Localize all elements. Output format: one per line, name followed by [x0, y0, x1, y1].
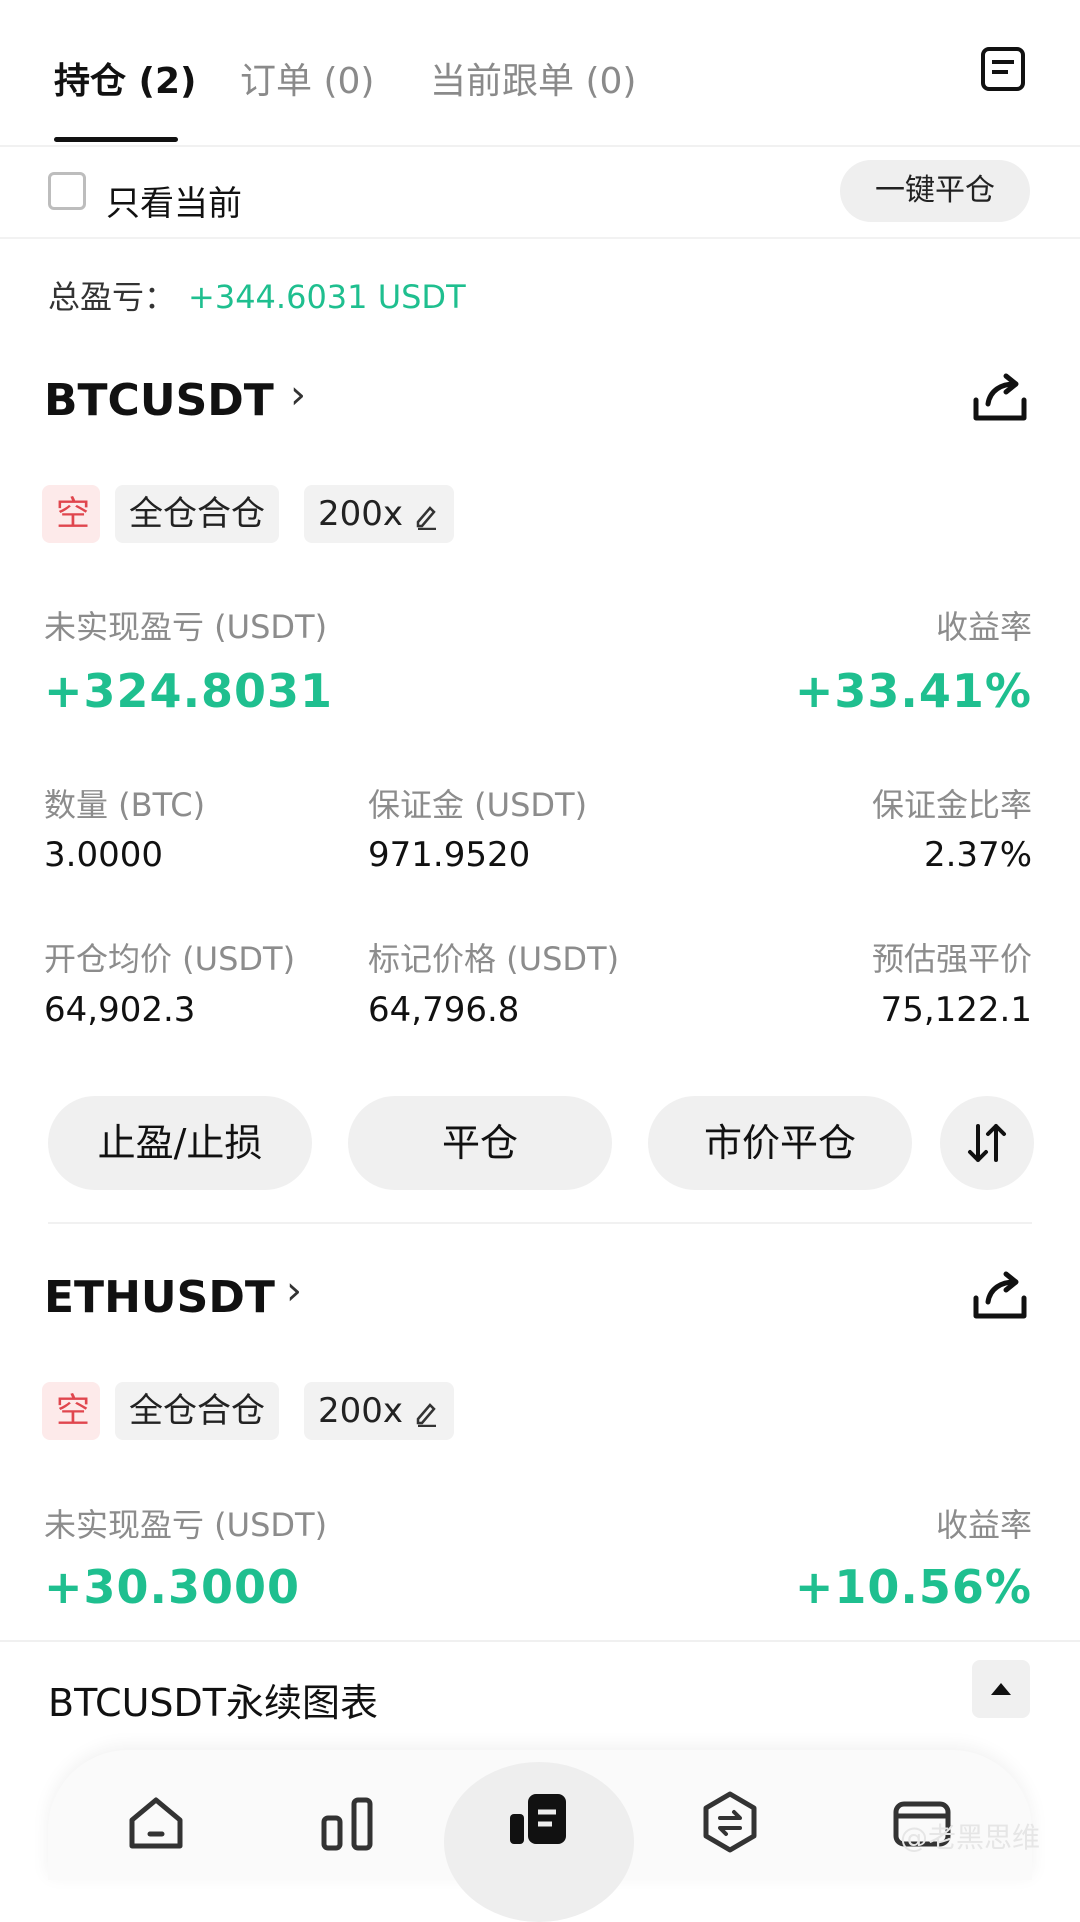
- finance-icon[interactable]: [698, 1790, 762, 1854]
- liq-price-value: 75,122.1: [880, 990, 1032, 1030]
- reverse-position-button[interactable]: [940, 1096, 1034, 1190]
- roe-value: +10.56%: [794, 1560, 1032, 1614]
- tp-sl-button[interactable]: 止盈/止损: [48, 1096, 312, 1190]
- unrealized-pnl-value: +30.3000: [44, 1560, 301, 1614]
- share-icon[interactable]: [970, 1268, 1030, 1324]
- active-tab-indicator: [54, 137, 178, 142]
- roe-value: +33.41%: [794, 664, 1032, 718]
- current-only-label: 只看当前: [106, 184, 242, 224]
- chevron-right-icon[interactable]: ›: [286, 1268, 302, 1314]
- tab-orders[interactable]: 订单 (0): [240, 52, 374, 104]
- tab-copy-orders[interactable]: 当前跟单 (0): [430, 52, 636, 104]
- share-icon[interactable]: [970, 370, 1030, 426]
- market-close-button[interactable]: 市价平仓: [648, 1096, 912, 1190]
- total-pnl: 总盈亏： +344.6031 USDT: [48, 272, 466, 318]
- chart-title[interactable]: BTCUSDT永续图表: [48, 1672, 378, 1727]
- swap-arrows-icon: [968, 1124, 1006, 1162]
- margin-label: 保证金 (USDT): [368, 786, 588, 824]
- roe-label: 收益率: [935, 608, 1032, 646]
- margin-ratio-label: 保证金比率: [871, 786, 1032, 824]
- margin-ratio-value: 2.37%: [923, 835, 1032, 875]
- tab-positions[interactable]: 持仓 (2): [54, 52, 197, 104]
- close-position-button[interactable]: 平仓: [348, 1096, 612, 1190]
- leverage-value: 200x: [318, 1391, 404, 1431]
- markets-icon[interactable]: [316, 1790, 380, 1854]
- order-history-icon[interactable]: [980, 46, 1026, 92]
- position-symbol[interactable]: ETHUSDT: [44, 1272, 275, 1323]
- watermark: @老黑思维: [900, 1821, 1041, 1854]
- margin-value: 971.9520: [368, 835, 531, 875]
- side-badge: 空: [42, 1382, 100, 1440]
- unrealized-pnl-value: +324.8031: [44, 664, 334, 718]
- home-icon[interactable]: [124, 1790, 188, 1854]
- chart-expand-button[interactable]: [972, 1660, 1030, 1718]
- margin-mode-tag[interactable]: 全仓合仓: [115, 1382, 279, 1440]
- entry-price-value: 64,902.3: [44, 990, 196, 1030]
- trade-icon[interactable]: [506, 1788, 570, 1852]
- edit-pencil-icon: [416, 1402, 436, 1427]
- edit-pencil-icon: [416, 505, 436, 530]
- unrealized-pnl-label: 未实现盈亏 (USDT): [44, 1506, 328, 1544]
- margin-mode-tag[interactable]: 全仓合仓: [115, 485, 279, 543]
- chevron-right-icon[interactable]: ›: [290, 372, 306, 418]
- leverage-tag[interactable]: 200x: [304, 1382, 454, 1440]
- side-badge: 空: [42, 485, 100, 543]
- entry-price-label: 开仓均价 (USDT): [44, 940, 296, 978]
- total-pnl-label: 总盈亏：: [48, 278, 177, 316]
- leverage-value: 200x: [318, 494, 404, 534]
- mark-price-value: 64,796.8: [368, 990, 520, 1030]
- triangle-up-icon: [991, 1683, 1011, 1695]
- quantity-label: 数量 (BTC): [44, 786, 206, 824]
- position-divider: [48, 1222, 1032, 1224]
- position-symbol[interactable]: BTCUSDT: [44, 375, 274, 426]
- unrealized-pnl-label: 未实现盈亏 (USDT): [44, 608, 328, 646]
- quantity-value: 3.0000: [44, 835, 163, 875]
- total-pnl-value: +344.6031 USDT: [188, 278, 466, 316]
- liq-price-label: 预估强平价: [871, 940, 1032, 978]
- leverage-tag[interactable]: 200x: [304, 485, 454, 543]
- close-all-button[interactable]: 一键平仓: [840, 160, 1030, 222]
- mark-price-label: 标记价格 (USDT): [368, 940, 620, 978]
- roe-label: 收益率: [935, 1506, 1032, 1544]
- current-only-checkbox[interactable]: [48, 172, 86, 210]
